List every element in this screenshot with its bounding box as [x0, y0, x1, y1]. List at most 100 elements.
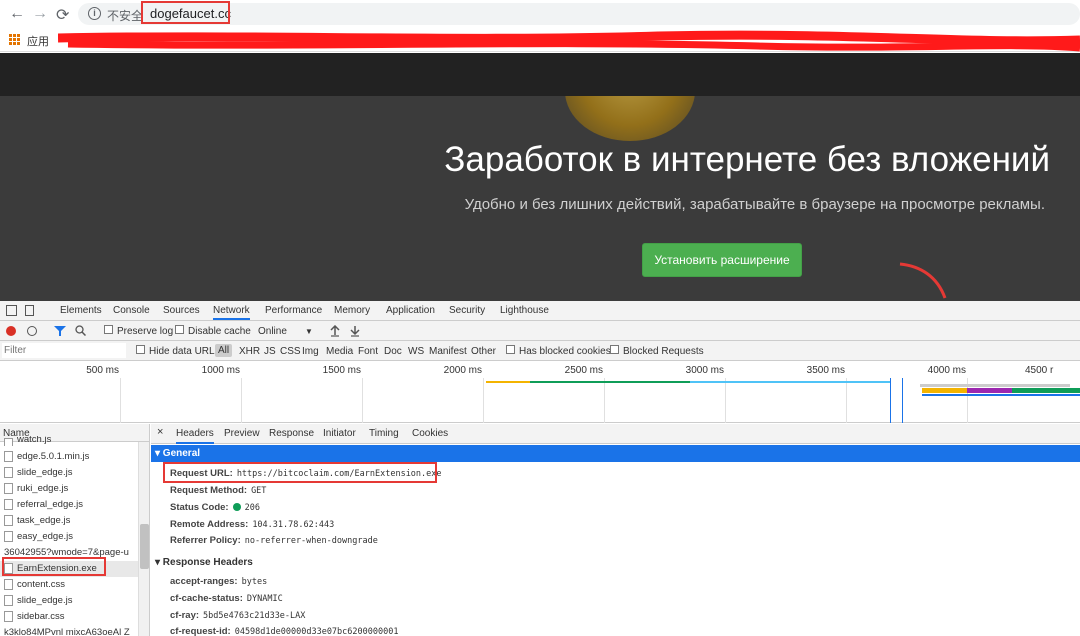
record-icon[interactable]	[6, 326, 16, 336]
coin-image	[565, 96, 695, 141]
apps-grid-icon[interactable]	[9, 34, 20, 45]
list-item[interactable]: k3klo84MPvnl mixcA63oeAl Z	[0, 625, 138, 636]
response-header-row: accept-ranges: bytes	[170, 576, 268, 587]
url-annotation-box	[141, 1, 230, 24]
list-item[interactable]: watch.js	[0, 436, 138, 446]
timeline-tick: 4500 r	[1025, 365, 1054, 376]
disable-cache-checkbox[interactable]	[175, 325, 184, 334]
type-filter-all[interactable]: All	[215, 344, 233, 357]
info-icon[interactable]: i	[88, 7, 101, 20]
blocked-requests-label: Blocked Requests	[623, 346, 704, 357]
inspect-element-icon[interactable]	[6, 305, 17, 316]
disable-cache-label: Disable cache	[188, 326, 251, 337]
timeline-bar	[486, 381, 530, 383]
has-blocked-cookies-label: Has blocked cookies	[519, 346, 611, 357]
list-item[interactable]: edge.5.0.1.min.js	[0, 449, 138, 465]
tab-elements[interactable]: Elements	[60, 305, 102, 316]
tab-network[interactable]: Network	[213, 305, 250, 320]
reload-icon[interactable]: ⟳	[56, 5, 69, 25]
list-item[interactable]: slide_edge.js	[0, 593, 138, 609]
timeline-bar	[922, 388, 967, 393]
filter-input[interactable]	[2, 343, 126, 358]
status-ok-icon	[232, 503, 241, 511]
type-filter-other[interactable]: Other	[471, 346, 496, 357]
clear-icon[interactable]	[27, 326, 37, 336]
list-item[interactable]: referral_edge.js	[0, 497, 138, 513]
timeline-tick: 1000 ms	[201, 365, 240, 376]
list-item[interactable]: ruki_edge.js	[0, 481, 138, 497]
annotation-arrow-mark	[899, 262, 947, 299]
search-icon[interactable]	[75, 325, 86, 336]
response-headers-section-header[interactable]: ▾ Response Headers	[155, 557, 253, 568]
devtools-tabbar: Elements Console Sources Network Perform…	[0, 301, 1080, 321]
redaction-scribble	[58, 30, 1080, 52]
type-filter-js[interactable]: JS	[264, 346, 276, 357]
type-filter-font[interactable]: Font	[358, 346, 378, 357]
status-code-row: Status Code: 206	[170, 502, 260, 513]
type-filter-xhr[interactable]: XHR	[239, 346, 260, 357]
list-item[interactable]: content.css	[0, 577, 138, 593]
blocked-requests-checkbox[interactable]	[610, 345, 619, 354]
tab-response[interactable]: Response	[269, 428, 314, 439]
remote-address-row: Remote Address: 104.31.78.62:443	[170, 519, 335, 530]
request-list: Name watch.js edge.5.0.1.min.js slide_ed…	[0, 424, 150, 636]
timeline-bar	[1012, 388, 1080, 393]
hero-subtitle: Удобно и без лишних действий, зарабатыва…	[464, 196, 1045, 213]
tab-application[interactable]: Application	[386, 305, 435, 316]
back-arrow-icon[interactable]: ←	[9, 5, 25, 23]
network-toolbar: Preserve log Disable cache Online ▼	[0, 321, 1080, 341]
type-filter-ws[interactable]: WS	[408, 346, 424, 357]
network-filter-bar: Hide data URLs All XHR JS CSS Img Media …	[0, 341, 1080, 361]
list-item[interactable]: task_edge.js	[0, 513, 138, 529]
tab-console[interactable]: Console	[113, 305, 150, 316]
install-extension-button[interactable]: Установить расширение	[642, 243, 802, 277]
filter-funnel-icon[interactable]	[54, 326, 66, 336]
request-list-scrollbar[interactable]	[138, 442, 149, 636]
list-item[interactable]: sidebar.css	[0, 609, 138, 625]
general-section-header[interactable]: ▾ General	[151, 445, 1080, 462]
device-toolbar-icon[interactable]	[25, 305, 34, 316]
timeline-marker	[890, 378, 891, 423]
not-secure-label: 不安全	[107, 9, 144, 23]
tab-cookies[interactable]: Cookies	[412, 428, 448, 439]
list-item[interactable]: easy_edge.js	[0, 529, 138, 545]
type-filter-media[interactable]: Media	[326, 346, 353, 357]
close-details-icon[interactable]: ×	[157, 426, 163, 438]
export-har-icon[interactable]	[350, 325, 360, 337]
network-timeline-overview[interactable]: 500 ms 1000 ms 1500 ms 2000 ms 2500 ms 3…	[0, 361, 1080, 423]
throttling-dropdown-icon[interactable]: ▼	[305, 327, 313, 336]
tab-memory[interactable]: Memory	[334, 305, 370, 316]
tab-sources[interactable]: Sources	[163, 305, 200, 316]
site-header	[0, 53, 1080, 96]
tab-security[interactable]: Security	[449, 305, 485, 316]
import-har-icon[interactable]	[330, 325, 340, 337]
hero-title: Заработок в интернете без вложений	[444, 140, 1050, 179]
request-method-row: Request Method: GET	[170, 485, 267, 496]
referrer-policy-row: Referrer Policy: no-referrer-when-downgra…	[170, 535, 378, 546]
preserve-log-checkbox[interactable]	[104, 325, 113, 334]
timeline-bar	[967, 388, 1012, 393]
response-header-row: cf-cache-status: DYNAMIC	[170, 593, 283, 604]
has-blocked-cookies-checkbox[interactable]	[506, 345, 515, 354]
apps-label[interactable]: 应用	[27, 33, 49, 49]
hide-data-urls-checkbox[interactable]	[136, 345, 145, 354]
timeline-marker	[902, 378, 903, 423]
response-header-row: cf-request-id: 04598d1de00000d33e07bc6200…	[170, 626, 399, 636]
tab-lighthouse[interactable]: Lighthouse	[500, 305, 549, 316]
type-filter-doc[interactable]: Doc	[384, 346, 402, 357]
list-item[interactable]: slide_edge.js	[0, 465, 138, 481]
tab-preview[interactable]: Preview	[224, 428, 260, 439]
tab-initiator[interactable]: Initiator	[323, 428, 356, 439]
type-filter-manifest[interactable]: Manifest	[429, 346, 467, 357]
timeline-bar	[530, 381, 690, 383]
forward-arrow-icon[interactable]: →	[32, 5, 48, 23]
timeline-bar	[690, 381, 890, 383]
throttling-select[interactable]: Online	[258, 326, 287, 337]
timeline-tick: 3000 ms	[685, 365, 724, 376]
tab-headers[interactable]: Headers	[176, 428, 214, 444]
tab-performance[interactable]: Performance	[265, 305, 322, 316]
type-filter-css[interactable]: CSS	[280, 346, 301, 357]
tab-timing[interactable]: Timing	[369, 428, 399, 439]
hide-data-urls-label: Hide data URLs	[149, 346, 220, 357]
type-filter-img[interactable]: Img	[302, 346, 319, 357]
